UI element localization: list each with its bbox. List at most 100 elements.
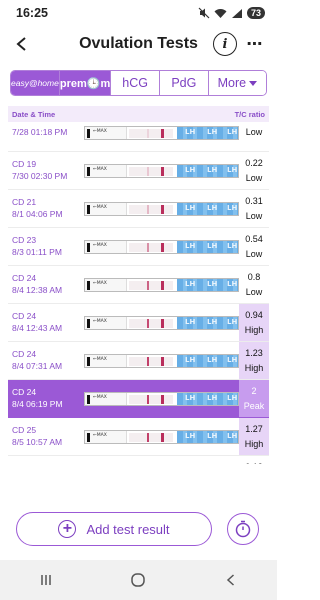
test-line xyxy=(147,357,149,366)
info-icon: i xyxy=(222,36,228,52)
recent-apps-icon[interactable] xyxy=(39,573,53,587)
test-result-row[interactable]: CD 24 8/4 07:31 AM ←MAX LH LH LH 1.23 High xyxy=(8,342,269,380)
test-line xyxy=(147,129,149,138)
strip-lh-text: LH xyxy=(227,394,238,402)
strip-max-label: ←MAX xyxy=(93,129,107,134)
mute-icon xyxy=(198,7,210,19)
row-date-cell: CD 23 8/3 01:11 PM xyxy=(8,235,78,258)
strip-max-label: ←MAX xyxy=(93,433,107,438)
strip-lh-text: LH xyxy=(185,166,196,174)
test-strip-image: ←MAX LH LH LH xyxy=(84,354,239,368)
timer-icon xyxy=(235,520,251,538)
timer-button[interactable] xyxy=(227,513,259,545)
strip-lh-label-area: LH LH LH xyxy=(177,317,238,329)
control-line xyxy=(161,281,164,290)
test-result-row[interactable]: CD 25 8/5 10:57 AM ←MAX LH LH LH 1.27 High xyxy=(8,418,269,456)
cycle-day-label: CD 24 xyxy=(12,387,37,398)
test-result-row[interactable]: CD 268/6 10:36 AM←MAXLHLHLH0.13Low xyxy=(8,456,269,464)
tc-ratio-value: 0.31 xyxy=(245,196,263,207)
row-date-cell: CD 268/6 10:36 AM xyxy=(8,463,78,464)
add-test-result-label: Add test result xyxy=(86,521,170,537)
strip-lh-text: LH xyxy=(227,204,238,212)
cycle-day-label: CD 24 xyxy=(12,273,37,284)
system-nav-bar xyxy=(0,560,277,600)
strip-marker xyxy=(87,395,90,404)
test-result-row[interactable]: CD 19 7/30 02:30 PM ←MAX LH LH LH 0.22 Low xyxy=(8,152,269,190)
strip-lh-text: LH xyxy=(227,432,238,440)
strip-lh-text: LH xyxy=(185,318,196,326)
strip-lh-label-area: LH LH LH xyxy=(177,127,238,139)
test-line xyxy=(147,167,149,176)
cycle-day-label: CD 24 xyxy=(12,311,37,322)
strip-marker xyxy=(87,167,90,176)
control-line xyxy=(161,433,164,442)
tab-easy-home[interactable]: easy@home xyxy=(11,71,60,95)
test-strip-image: ←MAX LH LH LH xyxy=(84,316,239,330)
test-result-row[interactable]: CD 21 8/1 04:06 PM ←MAX LH LH LH 0.31 Low xyxy=(8,190,269,228)
cycle-day-label: CD 21 xyxy=(12,197,37,208)
tab-pdg[interactable]: PdG xyxy=(159,71,209,95)
strip-marker xyxy=(87,319,90,328)
test-datetime-label: 8/3 01:11 PM xyxy=(12,246,62,257)
strip-lh-text: LH xyxy=(207,318,218,326)
strip-lh-label-area: LH LH LH xyxy=(177,203,238,215)
strip-result-window xyxy=(129,433,173,442)
back-arrow-icon xyxy=(16,37,26,51)
cycle-day-label: CD 23 xyxy=(12,235,37,246)
tc-ratio-value: 0.13 xyxy=(245,460,263,464)
test-result-row[interactable]: CD 24 8/4 12:43 AM ←MAX LH LH LH 0.94 High xyxy=(8,304,269,342)
tc-ratio-cell: 0.8 Low xyxy=(239,266,269,303)
tc-ratio-cell: 0.22 Low xyxy=(239,152,269,189)
strip-result-window xyxy=(129,357,173,366)
strip-lh-text: LH xyxy=(207,432,218,440)
tab-premom[interactable]: prem🕒m xyxy=(59,71,112,95)
add-test-result-button[interactable]: + Add test result xyxy=(16,512,212,546)
test-line xyxy=(147,433,149,442)
control-line xyxy=(161,319,164,328)
strip-lh-text: LH xyxy=(207,280,218,288)
strip-marker xyxy=(87,243,90,252)
info-button[interactable]: i xyxy=(213,32,237,56)
test-strip-image: ←MAX LH LH LH xyxy=(84,202,239,216)
test-datetime-label: 7/30 02:30 PM xyxy=(12,170,68,181)
test-result-row[interactable]: CD 24 8/4 06:19 PM ←MAX LH LH LH 2 Peak xyxy=(8,380,269,418)
more-options-button[interactable]: ⋯ xyxy=(243,32,267,56)
wifi-icon xyxy=(214,8,227,18)
control-line xyxy=(161,243,164,252)
test-result-row[interactable]: 7/28 01:18 PM ←MAX LH LH LH Low xyxy=(8,126,269,152)
row-date-cell: CD 24 8/4 07:31 AM xyxy=(8,349,78,372)
test-datetime-label: 7/28 01:18 PM xyxy=(12,126,68,137)
test-strip-image: ←MAX LH LH LH xyxy=(84,240,239,254)
row-date-cell: CD 24 8/4 12:43 AM xyxy=(8,311,78,334)
strip-lh-text: LH xyxy=(207,204,218,212)
tc-ratio-cell: 0.94 High xyxy=(239,304,269,341)
cycle-day-label: CD 24 xyxy=(12,349,37,360)
back-button[interactable] xyxy=(4,26,40,62)
tc-ratio-value: 0.8 xyxy=(247,272,261,283)
result-status-label: High xyxy=(244,438,264,449)
result-status-label: Low xyxy=(245,286,263,297)
home-icon[interactable] xyxy=(130,572,146,588)
tab-hcg[interactable]: hCG xyxy=(111,71,160,95)
strip-lh-text: LH xyxy=(227,166,238,174)
strip-lh-label-area: LH LH LH xyxy=(177,241,238,253)
test-result-row[interactable]: CD 24 8/4 12:38 AM ←MAX LH LH LH 0.8 Low xyxy=(8,266,269,304)
tc-ratio-value: 1.27 xyxy=(245,424,263,435)
strip-lh-text: LH xyxy=(227,280,238,288)
test-strip-image: ←MAX LH LH LH xyxy=(84,278,239,292)
tc-ratio-cell: 0.31 Low xyxy=(239,190,269,227)
strip-lh-label-area: LH LH LH xyxy=(177,431,238,443)
status-icons: 73 xyxy=(198,7,265,19)
result-status-label: Peak xyxy=(243,400,265,411)
test-results-list[interactable]: 7/28 01:18 PM ←MAX LH LH LH Low CD 19 7/30 02:3… xyxy=(8,126,269,464)
strip-lh-text: LH xyxy=(207,394,218,402)
strip-lh-text: LH xyxy=(185,242,196,250)
back-nav-icon[interactable] xyxy=(224,573,238,587)
cycle-day-label: CD 26 xyxy=(12,463,78,464)
strip-lh-label-area: LH LH LH xyxy=(177,355,238,367)
strip-marker xyxy=(87,205,90,214)
test-result-row[interactable]: CD 23 8/3 01:11 PM ←MAX LH LH LH 0.54 Low xyxy=(8,228,269,266)
strip-lh-label-area: LH LH LH xyxy=(177,279,238,291)
row-date-cell: CD 21 8/1 04:06 PM xyxy=(8,197,78,220)
tab-more[interactable]: More xyxy=(208,71,266,95)
